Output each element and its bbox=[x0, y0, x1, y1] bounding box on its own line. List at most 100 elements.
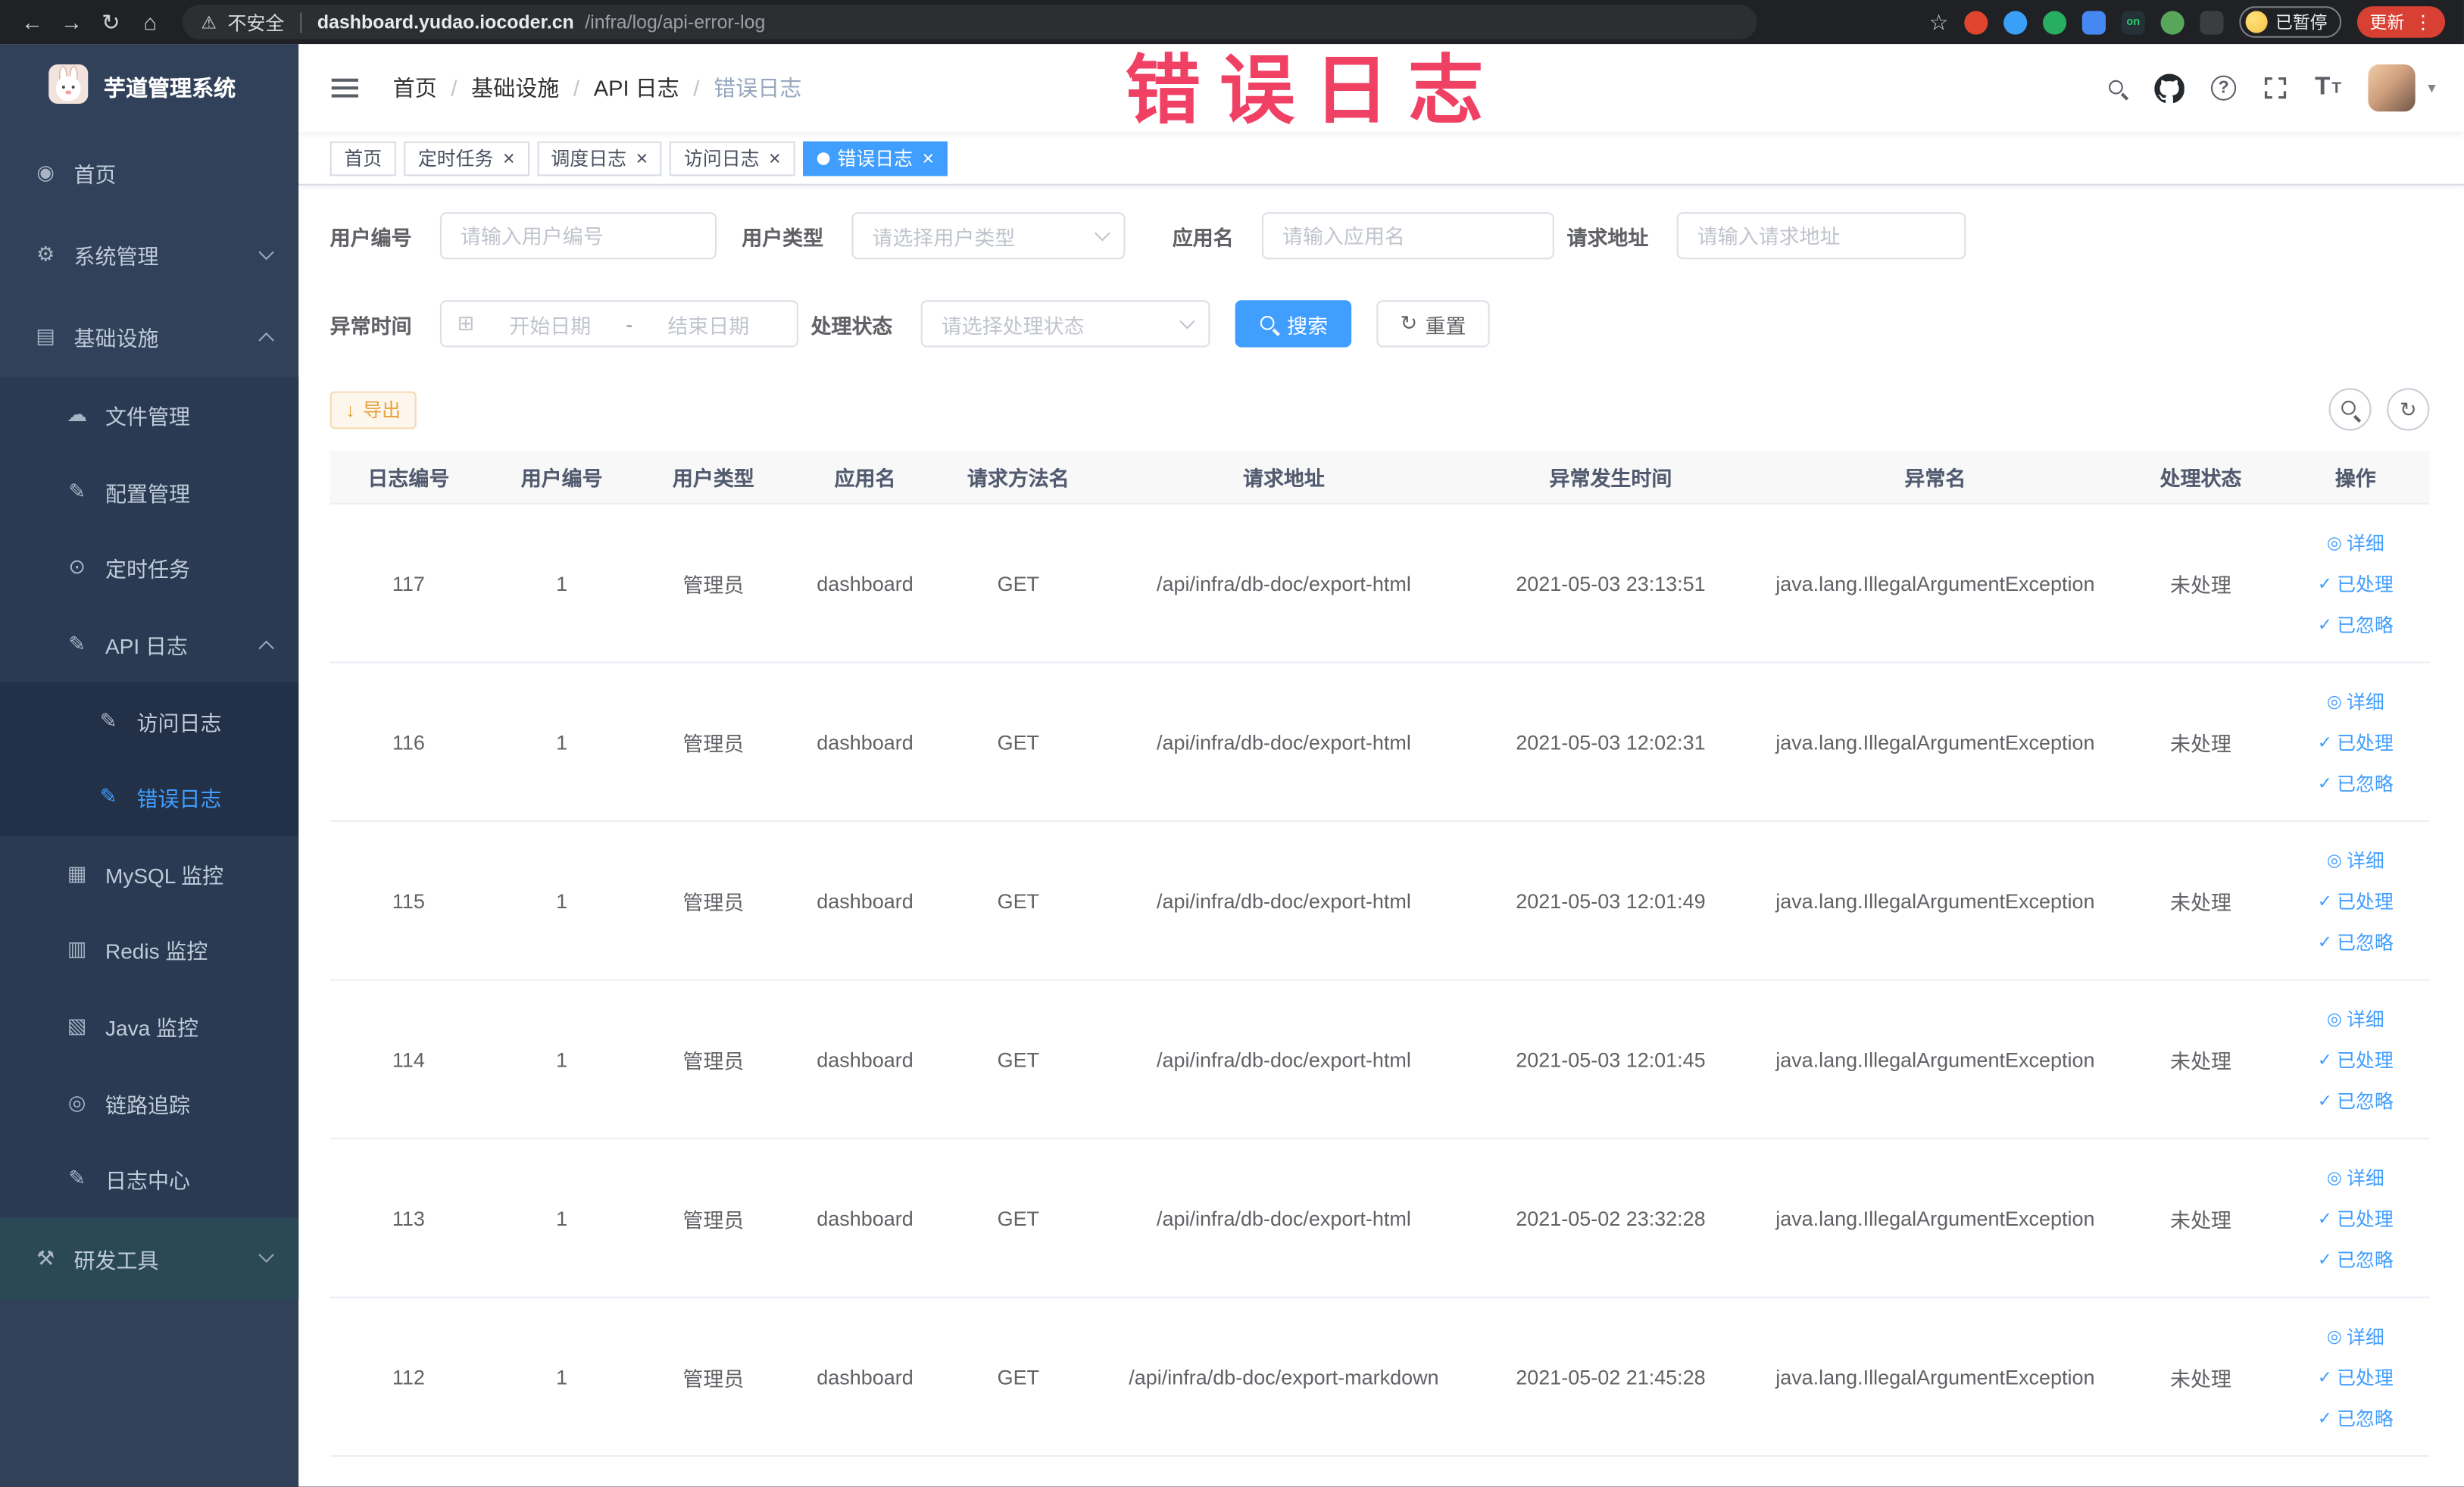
fullscreen-icon[interactable] bbox=[2263, 76, 2288, 101]
exception-time-range-picker[interactable]: ⊞ 开始日期 - 结束日期 bbox=[439, 300, 798, 348]
process-status-select[interactable]: 请选择处理状态 bbox=[920, 300, 1210, 348]
extension-icon-3[interactable] bbox=[2042, 10, 2067, 34]
detail-link[interactable]: ◎ 详细 bbox=[2327, 1315, 2384, 1356]
table-body: 117 1 管理员 dashboard GET/api/infra/db-doc/exp… bbox=[329, 505, 2430, 1457]
actions-cell: ◎ 详细 ✓ 已处理 ✓ 已忽略 bbox=[2281, 981, 2429, 1138]
column-header: 异常发生时间 bbox=[1549, 467, 1672, 491]
sidebar-item-java-monitor[interactable]: ▧ Java 监控 bbox=[0, 988, 299, 1065]
help-icon[interactable]: ? bbox=[2211, 75, 2237, 101]
request-url-input[interactable] bbox=[1676, 212, 1966, 260]
ignored-link[interactable]: ✓ 已忽略 bbox=[2318, 762, 2394, 803]
extension-icon-4[interactable] bbox=[2081, 10, 2106, 34]
user-type-select[interactable]: 请选择用户类型 bbox=[851, 212, 1126, 260]
browser-window: ← → ↻ ⌂ ⚠ 不安全 dashboard.yudao.iocoder.cn… bbox=[0, 0, 2464, 1487]
breadcrumb-item-home[interactable]: 首页 bbox=[393, 72, 437, 103]
forward-button[interactable]: → bbox=[52, 2, 91, 42]
navbar-actions: ? TT ▾ bbox=[2107, 64, 2464, 112]
breadcrumb-item-api-log[interactable]: API 日志 bbox=[594, 72, 679, 103]
github-icon[interactable] bbox=[2154, 73, 2184, 103]
tab-access-log[interactable]: 访问日志 × bbox=[670, 140, 795, 176]
sidebar-item-dev-tools[interactable]: ⚒ 研发工具 bbox=[0, 1217, 299, 1299]
tab-error-log[interactable]: 错误日志 × bbox=[802, 140, 948, 176]
sidebar-item-tracer[interactable]: ◎ 链路追踪 bbox=[0, 1064, 299, 1142]
sidebar-item-log-center[interactable]: ✎ 日志中心 bbox=[0, 1141, 299, 1217]
sidebar-item-access-log[interactable]: ✎ 访问日志 bbox=[0, 683, 299, 759]
time-cell: 2021-05-03 23:13:51 bbox=[1516, 571, 1706, 595]
detail-link[interactable]: ◎ 详细 bbox=[2327, 998, 2384, 1039]
processed-link[interactable]: ✓ 已处理 bbox=[2318, 880, 2394, 921]
extension-icon-7[interactable] bbox=[2200, 10, 2224, 34]
sidebar-item-mysql-monitor[interactable]: ▦ MySQL 监控 bbox=[0, 835, 299, 912]
refresh-icon: ↻ bbox=[2400, 396, 2417, 420]
update-button[interactable]: 更新 ⋮ bbox=[2356, 6, 2446, 38]
processed-link[interactable]: ✓ 已处理 bbox=[2318, 1039, 2394, 1079]
sidebar-item-label: 文件管理 bbox=[105, 405, 191, 430]
ignored-link[interactable]: ✓ 已忽略 bbox=[2318, 921, 2394, 962]
ignored-link[interactable]: ✓ 已忽略 bbox=[2318, 1079, 2394, 1120]
trace-icon: ◎ bbox=[67, 1090, 86, 1114]
sidebar-item-scheduled-jobs[interactable]: ⊙ 定时任务 bbox=[0, 530, 299, 607]
app-logo[interactable]: 芋道管理系统 bbox=[0, 44, 298, 132]
status-cell: 未处理 bbox=[2169, 1366, 2231, 1390]
request-url-cell: /api/infra/db-doc/export-html bbox=[1157, 889, 1411, 913]
processed-link[interactable]: ✓ 已处理 bbox=[2318, 563, 2394, 604]
back-button[interactable]: ← bbox=[13, 2, 52, 42]
processed-link[interactable]: ✓ 已处理 bbox=[2318, 1198, 2394, 1239]
extension-icon-1[interactable] bbox=[1964, 10, 1988, 34]
close-icon[interactable]: × bbox=[769, 148, 781, 168]
sidebar-item-system-mgmt[interactable]: ⚙ 系统管理 bbox=[0, 214, 298, 295]
ignored-link[interactable]: ✓ 已忽略 bbox=[2318, 1239, 2394, 1279]
breadcrumb-item-infrastructure[interactable]: 基础设施 bbox=[471, 72, 559, 103]
processed-link[interactable]: ✓ 已处理 bbox=[2318, 721, 2394, 762]
sidebar-item-api-log[interactable]: ✎ API 日志 bbox=[0, 606, 299, 683]
ignored-link[interactable]: ✓ 已忽略 bbox=[2318, 604, 2394, 645]
extension-icon-6[interactable] bbox=[2160, 10, 2184, 34]
detail-link[interactable]: ◎ 详细 bbox=[2327, 1157, 2384, 1198]
sidebar-collapse-button[interactable] bbox=[322, 69, 380, 107]
sidebar-item-home[interactable]: ◉ 首页 bbox=[0, 132, 298, 214]
font-size-icon[interactable]: TT bbox=[2315, 74, 2341, 102]
tab-job-log[interactable]: 调度日志 × bbox=[536, 140, 662, 176]
close-icon[interactable]: × bbox=[636, 148, 648, 168]
sidebar-item-config-mgmt[interactable]: ✎ 配置管理 bbox=[0, 453, 299, 530]
action-label: 已处理 bbox=[2337, 1366, 2394, 1389]
home-button[interactable]: ⌂ bbox=[130, 2, 170, 42]
profile-paused-chip[interactable]: 已暂停 bbox=[2239, 6, 2342, 38]
toggle-search-button[interactable] bbox=[2328, 388, 2372, 431]
tab-home[interactable]: 首页 bbox=[329, 140, 396, 176]
reset-button[interactable]: ↻ 重置 bbox=[1376, 300, 1490, 348]
bookmark-star-icon[interactable]: ☆ bbox=[1928, 8, 1948, 35]
chevron-down-icon[interactable]: ▾ bbox=[2428, 80, 2435, 97]
sidebar-item-infrastructure[interactable]: ▤ 基础设施 bbox=[0, 295, 298, 377]
user-id-input[interactable] bbox=[439, 212, 717, 260]
reload-button[interactable]: ↻ bbox=[91, 2, 130, 42]
extension-icon-5[interactable]: on bbox=[2121, 10, 2145, 34]
search-icon[interactable] bbox=[2107, 78, 2128, 98]
user-id-cell: 1 bbox=[556, 1047, 568, 1071]
sidebar-item-file-mgmt[interactable]: ☁ 文件管理 bbox=[0, 376, 299, 454]
detail-link[interactable]: ◎ 详细 bbox=[2327, 522, 2384, 563]
sidebar-item-error-log[interactable]: ✎ 错误日志 bbox=[0, 758, 299, 836]
close-icon[interactable]: × bbox=[922, 148, 934, 168]
user-avatar[interactable] bbox=[2368, 64, 2416, 112]
sidebar-item-redis-monitor[interactable]: ▥ Redis 监控 bbox=[0, 911, 299, 989]
processed-link[interactable]: ✓ 已处理 bbox=[2318, 1356, 2394, 1397]
extension-icon-2[interactable] bbox=[2003, 10, 2028, 34]
tab-job[interactable]: 定时任务 × bbox=[404, 140, 529, 176]
security-label[interactable]: 不安全 bbox=[228, 8, 285, 35]
app-name-input[interactable] bbox=[1262, 212, 1554, 260]
user-type-cell: 管理员 bbox=[682, 573, 745, 597]
menu-kebab-icon[interactable]: ⋮ bbox=[2414, 13, 2433, 32]
column-header: 日志编号 bbox=[367, 467, 450, 491]
search-button[interactable]: 搜索 bbox=[1235, 300, 1352, 348]
export-button[interactable]: ↓ 导出 bbox=[329, 390, 417, 429]
refresh-table-button[interactable]: ↻ bbox=[2387, 388, 2430, 431]
sidebar-item-label: Java 监控 bbox=[105, 1017, 198, 1041]
detail-link[interactable]: ◎ 详细 bbox=[2327, 680, 2384, 721]
log-id-cell: 116 bbox=[392, 729, 425, 754]
method-cell: GET bbox=[997, 1364, 1040, 1389]
address-bar[interactable]: ⚠ 不安全 dashboard.yudao.iocoder.cn/infra/l… bbox=[182, 5, 1757, 39]
detail-link[interactable]: ◎ 详细 bbox=[2327, 839, 2384, 880]
close-icon[interactable]: × bbox=[503, 148, 515, 168]
ignored-link[interactable]: ✓ 已忽略 bbox=[2318, 1397, 2394, 1438]
